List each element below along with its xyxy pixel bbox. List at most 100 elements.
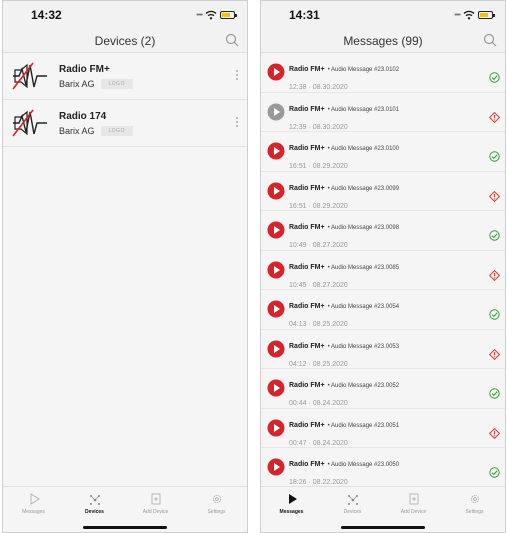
messages-screen: 14:31 •••• Messages (99) Radio FM+ • Audi… <box>260 0 506 533</box>
more-options-icon[interactable] <box>235 70 239 80</box>
message-item[interactable]: Radio FM+ • Audio Message #23.0100 16:51 ·… <box>261 132 505 172</box>
message-item[interactable]: Radio FM+ • Audio Message #23.0053 04:12 ·… <box>261 330 505 369</box>
wifi-icon <box>205 10 217 20</box>
message-sender: Radio FM+ <box>289 66 325 73</box>
devices-screen: 14:32 •••• Devices (2) Radio FM+ Barix AG… <box>2 0 248 533</box>
search-icon[interactable] <box>483 33 497 47</box>
message-header: Radio FM+ • Audio Message #23.0100 <box>289 132 505 155</box>
play-message-icon[interactable] <box>267 182 285 200</box>
home-indicator <box>341 526 425 529</box>
nav-bar: Devices (2) <box>3 29 247 53</box>
device-logo-badge: LOGO <box>100 125 133 136</box>
play-message-icon[interactable] <box>267 300 285 318</box>
device-text: Radio FM+ Barix AG LOGO <box>59 64 133 89</box>
play-message-icon[interactable] <box>267 142 285 160</box>
status-bar: 14:32 •••• <box>3 1 247 29</box>
message-date: 12:39 · 08.30.2020 <box>289 123 348 131</box>
home-indicator <box>83 526 167 529</box>
play-message-icon[interactable] <box>267 261 285 279</box>
delivered-check-icon <box>489 386 500 399</box>
delivered-check-icon <box>489 307 500 320</box>
message-item[interactable]: Radio FM+ • Audio Message #23.0052 00:44 ·… <box>261 369 505 409</box>
message-sender: Radio FM+ <box>289 342 325 350</box>
message-title: Audio Message #23.0085 <box>331 264 400 271</box>
play-icon <box>286 492 298 504</box>
message-title: Audio Message #23.0099 <box>331 185 400 192</box>
message-title: Audio Message #23.0098 <box>331 225 400 231</box>
device-company: Barix AG <box>59 125 95 136</box>
message-header: Radio FM+ • Audio Message #23.0053 <box>289 330 505 353</box>
nav-bar: Messages (99) <box>261 29 505 53</box>
tab-label: Settings <box>465 509 484 515</box>
message-header: Radio FM+ • Audio Message #23.0052 <box>289 369 505 392</box>
tab-settings[interactable]: Settings <box>186 487 247 532</box>
status-bar: 14:31 •••• <box>261 1 505 29</box>
status-time: 14:32 <box>31 8 62 22</box>
message-sender: Radio FM+ <box>289 224 325 231</box>
tab-bar: Messages Devices Add Device Settings <box>261 486 505 532</box>
message-date: 04:13 · 08.25.2020 <box>289 321 348 328</box>
message-date: 00:44 · 08.24.2020 <box>289 400 348 407</box>
play-message-icon[interactable] <box>267 379 285 397</box>
message-title: Audio Message #23.0052 <box>331 383 400 389</box>
tab-bar: Messages Devices Add Device Settings <box>3 486 247 532</box>
message-item[interactable]: Radio FM+ • Audio Message #23.0050 18:26 ·… <box>261 448 505 488</box>
message-sender: Radio FM+ <box>289 303 325 310</box>
message-sender: Radio FM+ <box>289 461 325 468</box>
message-date: 00:47 · 08.24.2020 <box>289 439 348 447</box>
play-message-icon[interactable] <box>267 340 285 358</box>
error-warning-icon <box>488 347 501 360</box>
tab-messages[interactable]: Messages <box>261 487 322 532</box>
message-sender: Radio FM+ <box>289 263 325 271</box>
message-item[interactable]: Radio FM+ • Audio Message #23.0101 12:39 ·… <box>261 93 505 132</box>
message-header: Radio FM+ • Audio Message #23.0098 <box>289 211 505 234</box>
message-item[interactable]: Radio FM+ • Audio Message #23.0085 10:45 ·… <box>261 251 505 290</box>
status-icons: •••• <box>196 10 237 20</box>
add-device-icon <box>150 492 162 505</box>
battery-icon <box>220 11 237 19</box>
page-title: Messages (99) <box>343 33 423 48</box>
device-item[interactable]: Radio 174 Barix AG LOGO <box>3 100 247 147</box>
device-list: Radio FM+ Barix AG LOGO Radio 174 Barix AG LO… <box>3 53 247 486</box>
play-message-icon[interactable] <box>267 103 285 121</box>
error-warning-icon <box>488 189 501 202</box>
message-item[interactable]: Radio FM+ • Audio Message #23.0051 00:47 ·… <box>261 409 505 448</box>
message-header: Radio FM+ • Audio Message #23.0102 <box>289 53 505 76</box>
page-title: Devices (2) <box>94 33 156 48</box>
tab-label: Devices <box>85 509 104 515</box>
message-list: Radio FM+ • Audio Message #23.0102 12:38 ·… <box>261 53 505 488</box>
tab-settings[interactable]: Settings <box>444 487 505 532</box>
message-header: Radio FM+ • Audio Message #23.0101 <box>289 93 505 116</box>
message-item[interactable]: Radio FM+ • Audio Message #23.0098 10:49 ·… <box>261 211 505 251</box>
device-item[interactable]: Radio FM+ Barix AG LOGO <box>3 53 247 100</box>
signal-icon: •••• <box>454 11 461 19</box>
message-item[interactable]: Radio FM+ • Audio Message #23.0099 16:51 ·… <box>261 172 505 211</box>
message-date: 18:26 · 08.22.2020 <box>289 479 348 486</box>
message-header: Radio FM+ • Audio Message #23.0099 <box>289 172 505 195</box>
device-name: Radio FM+ <box>59 63 110 75</box>
error-warning-icon <box>488 426 501 439</box>
more-options-icon[interactable] <box>235 117 239 127</box>
message-sender: Radio FM+ <box>289 421 325 429</box>
message-header: Radio FM+ • Audio Message #23.0085 <box>289 251 505 274</box>
play-message-icon[interactable] <box>267 63 285 81</box>
search-icon[interactable] <box>225 33 239 47</box>
message-item[interactable]: Radio FM+ • Audio Message #23.0054 04:13 ·… <box>261 290 505 330</box>
play-message-icon[interactable] <box>267 458 285 476</box>
play-message-icon[interactable] <box>267 221 285 239</box>
message-item[interactable]: Radio FM+ • Audio Message #23.0102 12:38 ·… <box>261 53 505 93</box>
delivered-check-icon <box>489 228 500 241</box>
message-header: Radio FM+ • Audio Message #23.0050 <box>289 448 505 471</box>
delivered-check-icon <box>489 149 500 162</box>
tab-label: Add Device <box>142 509 169 515</box>
error-warning-icon <box>488 110 501 123</box>
tab-messages[interactable]: Messages <box>3 487 64 532</box>
message-date: 10:49 · 08.27.2020 <box>289 242 348 249</box>
signal-icon: •••• <box>196 11 203 19</box>
message-date: 04:12 · 08.25.2020 <box>289 360 348 368</box>
play-outline-icon <box>28 492 40 505</box>
gear-icon <box>211 492 223 504</box>
device-subtitle: Barix AG LOGO <box>59 78 133 89</box>
message-date: 16:51 · 08.29.2020 <box>289 202 348 210</box>
play-message-icon[interactable] <box>267 419 285 437</box>
